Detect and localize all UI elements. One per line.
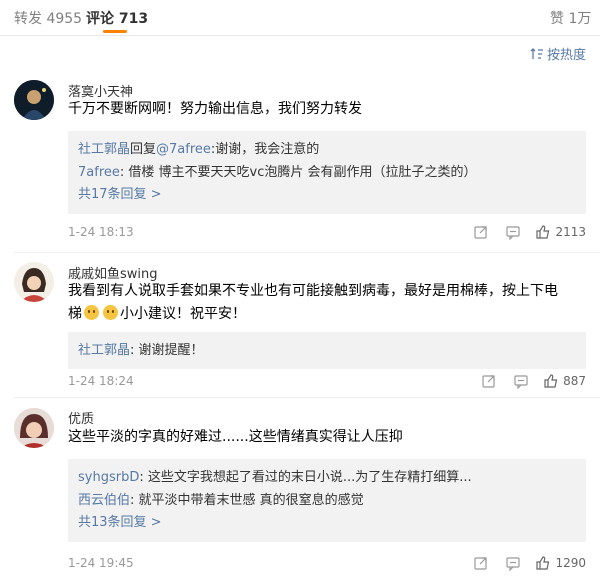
thumbs-up-icon <box>536 225 550 239</box>
like-count: 2113 <box>555 225 586 239</box>
tab-repost-count: 4955 <box>46 11 83 27</box>
reply-username[interactable]: 社工郭晶 <box>78 343 130 358</box>
reply-item[interactable]: syhgsrbD: 这些文字我想起了看过的末日小说...为了生存精打细算... <box>78 466 576 489</box>
like-count: 887 <box>563 374 586 388</box>
tab-comment[interactable]: 评论 713 <box>86 8 148 28</box>
tab-repost[interactable]: 转发 4955 <box>14 8 82 28</box>
comment-meta: 1-24 19:45 1290 <box>68 555 586 573</box>
comment-text: 我看到有人说取手套如果不专业也有可能接触到病毒，最好是用棉棒，按上下电 梯 小小建… <box>68 280 586 326</box>
avatar-image <box>14 408 54 448</box>
reply-mention[interactable]: @7afree <box>156 142 211 157</box>
comment-text: 千万不要断网啊！努力输出信息，我们努力转发 <box>68 101 362 117</box>
tab-comment-label: 评论 <box>86 11 114 27</box>
reply-text: :谢谢，我会注意的 <box>210 142 320 157</box>
tab-repost-label: 转发 <box>14 11 42 27</box>
share-icon[interactable] <box>473 224 489 240</box>
avatar[interactable] <box>14 408 54 448</box>
share-icon[interactable] <box>473 555 489 571</box>
sort-by-hot-button[interactable]: 按热度 <box>530 44 586 63</box>
reply-item[interactable]: 社工郭晶回复@7afree:谢谢，我会注意的 <box>78 138 576 161</box>
comment-text-segment: 小小建议！祝平安！ <box>120 306 246 322</box>
comment-icon[interactable] <box>505 224 521 240</box>
reply-box: 社工郭晶: 谢谢提醒！ <box>68 332 586 369</box>
tab-like[interactable]: 赞 1万 <box>550 8 591 28</box>
tab-comment-count: 713 <box>118 11 149 27</box>
like-button[interactable]: 887 <box>543 373 586 389</box>
reply-text: : 这些文字我想起了看过的末日小说...为了生存精打细算... <box>139 470 472 485</box>
reply-item[interactable]: 西云伯伯: 就平淡中带着末世感 真的很窒息的感觉 <box>78 489 576 512</box>
reply-text: : 就平淡中带着末世感 真的很窒息的感觉 <box>130 493 364 508</box>
reply-item[interactable]: 7afree: 借楼 博主不要天天吃vc泡腾片 会有副作用（拉肚子之类的） <box>78 161 576 184</box>
reply-username[interactable]: syhgsrbD <box>78 470 139 485</box>
comment-meta: 1-24 18:13 2113 <box>68 224 586 242</box>
reply-box: syhgsrbD: 这些文字我想起了看过的末日小说...为了生存精打细算... … <box>68 459 586 542</box>
comment-time: 1-24 18:13 <box>68 225 134 239</box>
reply-item[interactable]: 社工郭晶: 谢谢提醒！ <box>78 339 576 362</box>
sort-label: 按热度 <box>546 48 586 63</box>
comment-icon[interactable] <box>513 373 529 389</box>
active-tab-indicator <box>103 30 127 33</box>
thumbs-up-icon <box>544 374 558 388</box>
reply-username[interactable]: 西云伯伯 <box>78 493 130 508</box>
avatar[interactable] <box>14 80 54 120</box>
share-icon[interactable] <box>481 373 497 389</box>
tab-like-count: 1万 <box>568 11 592 27</box>
comment-meta: 1-24 18:24 887 <box>68 373 586 391</box>
tab-like-label: 赞 <box>550 11 564 27</box>
like-button[interactable]: 2113 <box>535 224 586 240</box>
like-button[interactable]: 1290 <box>535 555 586 571</box>
comment-username[interactable]: 优质 <box>68 408 94 427</box>
more-replies-link[interactable]: 共13条回复 > <box>78 512 576 534</box>
comment-time: 1-24 18:24 <box>68 374 134 388</box>
comment-divider <box>14 252 600 253</box>
comment-text: 这些平淡的字真的好难过......这些情绪真实得让人压抑 <box>68 429 403 445</box>
comment-text-line: 我看到有人说取手套如果不专业也有可能接触到病毒，最好是用棉棒，按上下电 <box>68 283 558 299</box>
sort-icon <box>530 47 543 59</box>
avatar-image <box>14 262 54 302</box>
reply-text: : 借楼 博主不要天天吃vc泡腾片 会有副作用（拉肚子之类的） <box>119 165 477 180</box>
avatar[interactable] <box>14 262 54 302</box>
reply-box: 社工郭晶回复@7afree:谢谢，我会注意的 7afree: 借楼 博主不要天天… <box>68 131 586 214</box>
comment-tabs: 转发 4955 评论 713 赞 1万 <box>0 0 600 36</box>
avatar-image <box>14 80 54 120</box>
reply-prefix: 回复 <box>130 142 157 157</box>
reply-username[interactable]: 7afree <box>78 165 120 180</box>
reply-username[interactable]: 社工郭晶 <box>78 142 130 157</box>
like-count: 1290 <box>555 556 586 570</box>
comment-time: 1-24 19:45 <box>68 556 134 570</box>
emoji-face-icon <box>84 305 99 320</box>
thumbs-up-icon <box>536 556 550 570</box>
reply-text: : 谢谢提醒！ <box>130 343 204 358</box>
emoji-face-icon <box>103 305 118 320</box>
comment-text-segment: 梯 <box>68 306 82 322</box>
comment-icon[interactable] <box>505 555 521 571</box>
comment-divider <box>14 397 600 398</box>
comment-text-line: 梯 小小建议！祝平安！ <box>68 303 586 326</box>
more-replies-link[interactable]: 共17条回复 > <box>78 184 576 206</box>
